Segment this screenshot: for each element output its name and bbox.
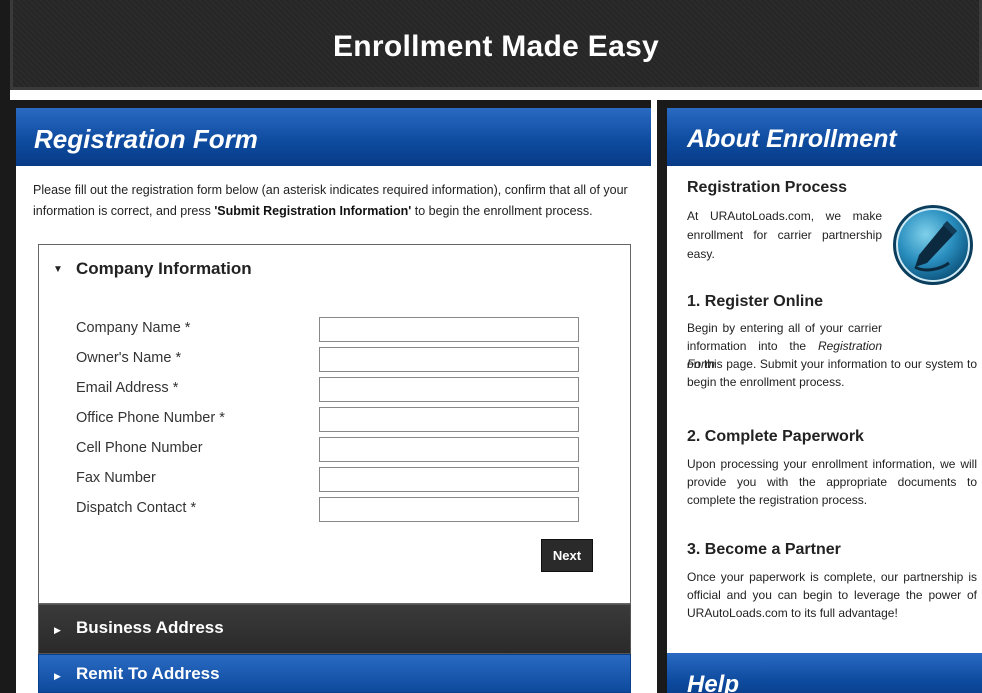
caret-right-icon: ▶ xyxy=(54,671,61,681)
registration-process-text: At URAutoLoads.com, we make enrollment f… xyxy=(687,209,882,261)
register-online-heading: 1. Register Online xyxy=(687,293,824,310)
office-phone-field[interactable] xyxy=(319,407,579,432)
register-online-text-b: on this page. Submit your information to… xyxy=(687,357,977,389)
remit-to-address-header: Remit To Address xyxy=(76,664,220,683)
page-title: Enrollment Made Easy xyxy=(332,30,660,63)
email-address-label: Email Address * xyxy=(76,380,179,396)
become-partner-heading: 3. Become a Partner xyxy=(687,541,841,558)
company-name-label: Company Name * xyxy=(76,320,191,336)
dispatch-contact-field[interactable] xyxy=(319,497,579,522)
pen-icon xyxy=(893,205,973,285)
about-title: About Enrollment xyxy=(687,125,897,153)
dispatch-contact-label: Dispatch Contact * xyxy=(76,500,197,516)
registration-process-heading: Registration Process xyxy=(687,179,848,196)
complete-paperwork-text: Upon processing your enrollment informat… xyxy=(687,457,977,507)
registration-panel: Registration Form Please fill out the re… xyxy=(16,108,651,693)
company-information-section: ▼ Company Information Company Name * Own… xyxy=(38,244,631,604)
registration-title-bar: Registration Form xyxy=(16,108,651,166)
owner-name-label: Owner's Name * xyxy=(76,350,182,366)
business-address-header: Business Address xyxy=(76,618,224,637)
intro-bold-text: 'Submit Registration Information' xyxy=(214,204,412,218)
registration-intro: Please fill out the registration form be… xyxy=(33,180,648,222)
caret-right-icon: ▶ xyxy=(54,625,61,635)
site-header: Enrollment Made Easy xyxy=(10,0,982,90)
intro-text-end: to begin the enrollment process. xyxy=(411,204,593,218)
cell-phone-label: Cell Phone Number xyxy=(76,440,203,456)
column-divider xyxy=(651,100,657,693)
registration-title: Registration Form xyxy=(34,124,258,154)
about-panel: About Enrollment Registration Process At… xyxy=(667,108,982,693)
caret-down-icon[interactable]: ▼ xyxy=(53,264,63,275)
about-title-bar: About Enrollment xyxy=(667,108,982,166)
remit-to-address-section[interactable]: ▶ Remit To Address xyxy=(38,654,631,693)
owner-name-field[interactable] xyxy=(319,347,579,372)
business-address-section[interactable]: ▶ Business Address xyxy=(38,604,631,654)
office-phone-label: Office Phone Number * xyxy=(76,410,225,426)
next-button[interactable]: Next xyxy=(541,539,593,572)
email-address-field[interactable] xyxy=(319,377,579,402)
left-border xyxy=(0,0,10,693)
company-name-field[interactable] xyxy=(319,317,579,342)
help-title-bar: Help xyxy=(667,653,982,693)
help-title: Help xyxy=(687,671,740,693)
fax-number-label: Fax Number xyxy=(76,470,156,486)
become-partner-text: Once your paperwork is complete, our par… xyxy=(687,570,977,620)
fax-number-field[interactable] xyxy=(319,467,579,492)
cell-phone-field[interactable] xyxy=(319,437,579,462)
complete-paperwork-heading: 2. Complete Paperwork xyxy=(687,428,864,445)
header-gap xyxy=(10,90,982,100)
company-information-header[interactable]: Company Information xyxy=(76,259,252,279)
